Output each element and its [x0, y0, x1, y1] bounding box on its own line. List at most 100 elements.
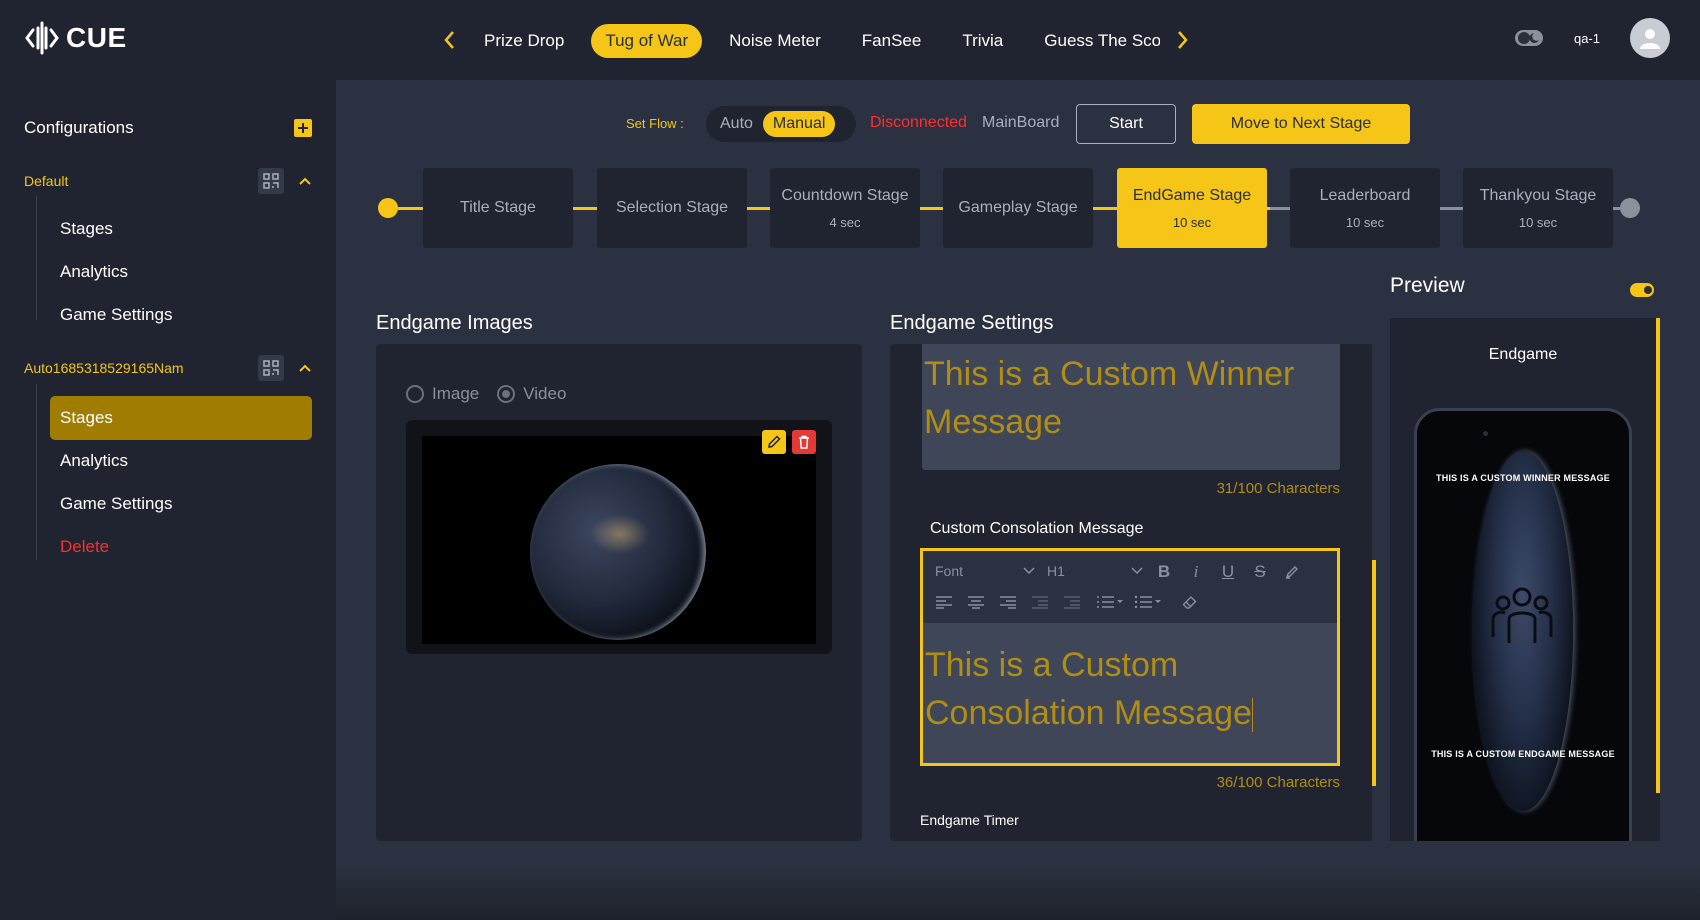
configurations-title: Configurations	[24, 118, 134, 137]
indent-increase-icon[interactable]	[1061, 591, 1083, 613]
highlight-pen-icon[interactable]	[1281, 561, 1303, 583]
config-group-name: Auto1685318529165Nam	[24, 360, 184, 376]
tab-tug-of-war[interactable]: Tug of War	[591, 24, 703, 58]
tab-guess-the-score[interactable]: Guess The Sco	[1030, 24, 1160, 58]
stage-name: Gameplay Stage	[958, 199, 1078, 216]
radio-image[interactable]: Image	[406, 384, 479, 404]
phone-mockup: This is a Custom Winner Message This is …	[1414, 408, 1632, 841]
sidebar-item-analytics[interactable]: Analytics	[50, 439, 312, 483]
group-people-icon	[1487, 581, 1557, 651]
endgame-settings-panel: This is a Custom Winner Message 31/100 C…	[890, 344, 1376, 841]
connection-status: Disconnected	[870, 114, 967, 131]
tab-noise-meter[interactable]: Noise Meter	[715, 24, 835, 58]
consolation-message-label: Custom Consolation Message	[930, 520, 1144, 537]
qr-code-icon[interactable]	[258, 355, 284, 381]
stage-pipeline: Title Stage Selection Stage Countdown St…	[336, 168, 1700, 248]
config-group-name: Default	[24, 173, 69, 189]
flow-mode-toggle: Auto Manual	[706, 106, 856, 142]
winner-message-text: This is a Custom Winner Message	[924, 355, 1295, 441]
sidebar: Configurations Default Stages Analytics …	[0, 80, 336, 920]
stage-time: 10 sec	[1172, 214, 1212, 230]
chevron-up-icon[interactable]	[298, 176, 312, 186]
add-configuration-icon[interactable]	[294, 119, 312, 137]
align-left-icon[interactable]	[933, 591, 955, 613]
avatar[interactable]	[1630, 18, 1670, 58]
flow-manual-option[interactable]: Manual	[762, 111, 836, 137]
edit-pencil-icon[interactable]	[762, 430, 786, 454]
stage-gameplay[interactable]: Gameplay Stage	[943, 168, 1093, 248]
indent-decrease-icon[interactable]	[1029, 591, 1051, 613]
italic-icon[interactable]: i	[1185, 561, 1207, 583]
stage-countdown[interactable]: Countdown Stage 4 sec	[770, 168, 920, 248]
config-group-auto[interactable]: Auto1685318529165Nam	[24, 355, 312, 381]
user-area: qa-1	[1514, 18, 1670, 58]
stage-name: Title Stage	[460, 199, 536, 216]
move-to-next-stage-button[interactable]: Move to Next Stage	[1192, 104, 1410, 144]
stage-title[interactable]: Title Stage	[423, 168, 573, 248]
preview-panel: Endgame This is a Custom Winner Message …	[1390, 318, 1660, 841]
user-name: qa-1	[1573, 30, 1600, 46]
winner-char-count: 31/100 Characters	[1216, 480, 1340, 497]
radio-label: Image	[432, 384, 480, 403]
sound-wave-icon	[25, 21, 59, 55]
bullet-list-icon[interactable]	[1133, 591, 1163, 613]
eraser-icon[interactable]	[1179, 591, 1201, 613]
font-select[interactable]: Font	[935, 563, 1035, 579]
endgame-images-panel: Image Video	[376, 344, 862, 841]
heading-select[interactable]: H1	[1047, 563, 1143, 579]
strikethrough-icon[interactable]: S	[1249, 561, 1271, 583]
sidebar-item-game-settings[interactable]: Game Settings	[50, 293, 312, 337]
stage-time: 4 sec	[829, 214, 861, 230]
stage-name: Thankyou Stage	[1479, 186, 1597, 204]
text-cursor	[1251, 698, 1253, 733]
tabs-prev-arrow-icon[interactable]	[438, 28, 462, 52]
tree-line	[36, 384, 37, 560]
preview-scrollbar[interactable]	[1656, 318, 1660, 793]
settings-scrollbar-thumb[interactable]	[1372, 560, 1376, 786]
chevron-up-icon[interactable]	[298, 363, 312, 373]
delete-trash-icon[interactable]	[792, 430, 816, 454]
pipeline-end-dot	[1620, 198, 1640, 218]
bold-icon[interactable]: B	[1153, 561, 1175, 583]
tab-prize-drop[interactable]: Prize Drop	[470, 24, 578, 58]
media-type-radio-group: Image Video	[406, 384, 566, 404]
editor-toolbar: Font H1 B i U S	[923, 551, 1337, 623]
tab-trivia[interactable]: Trivia	[948, 24, 1017, 58]
winner-message-editor[interactable]: This is a Custom Winner Message	[922, 344, 1340, 470]
underline-icon[interactable]: U	[1217, 561, 1239, 583]
tabs-next-arrow-icon[interactable]	[1170, 28, 1194, 52]
stage-leaderboard[interactable]: Leaderboard 10 sec	[1290, 168, 1440, 248]
ordered-list-icon[interactable]	[1095, 591, 1125, 613]
consolation-message-content[interactable]: This is a Custom Consolation Message	[925, 641, 1325, 737]
chevron-down-icon	[1023, 567, 1035, 575]
sidebar-item-analytics[interactable]: Analytics	[50, 250, 312, 294]
config-group-default[interactable]: Default	[24, 168, 312, 194]
cue-logo[interactable]: CUE	[24, 20, 127, 56]
sidebar-item-delete[interactable]: Delete	[50, 525, 312, 569]
theme-toggle-icon[interactable]	[1514, 29, 1544, 47]
sidebar-item-stages[interactable]: Stages	[50, 396, 312, 440]
consolation-message-editor[interactable]: Font H1 B i U S This is a Custom Consola…	[920, 548, 1340, 766]
start-button[interactable]: Start	[1076, 104, 1176, 144]
tab-fansee[interactable]: FanSee	[848, 24, 936, 58]
stage-thankyou[interactable]: Thankyou Stage 10 sec	[1463, 168, 1613, 248]
radio-video[interactable]: Video	[497, 384, 566, 404]
stage-endgame[interactable]: EndGame Stage 10 sec	[1117, 168, 1267, 248]
stage-selection[interactable]: Selection Stage	[597, 168, 747, 248]
sidebar-item-stages[interactable]: Stages	[50, 207, 312, 251]
align-center-icon[interactable]	[965, 591, 987, 613]
pipeline-start-dot	[378, 198, 398, 218]
stage-name: Leaderboard	[1319, 186, 1411, 204]
preview-toggle[interactable]	[1630, 283, 1654, 297]
media-preview-box	[406, 420, 832, 654]
endgame-images-title: Endgame Images	[376, 312, 533, 334]
sidebar-item-game-settings[interactable]: Game Settings	[50, 482, 312, 526]
qr-code-icon[interactable]	[258, 168, 284, 194]
stage-name: Selection Stage	[615, 199, 729, 216]
flow-auto-option[interactable]: Auto	[710, 111, 763, 137]
game-tabs: Prize Drop Tug of War Noise Meter FanSee…	[470, 22, 1160, 60]
phone-camera	[1483, 431, 1488, 436]
tree-line	[36, 196, 37, 320]
align-right-icon[interactable]	[997, 591, 1019, 613]
bottom-fade	[336, 865, 1700, 920]
